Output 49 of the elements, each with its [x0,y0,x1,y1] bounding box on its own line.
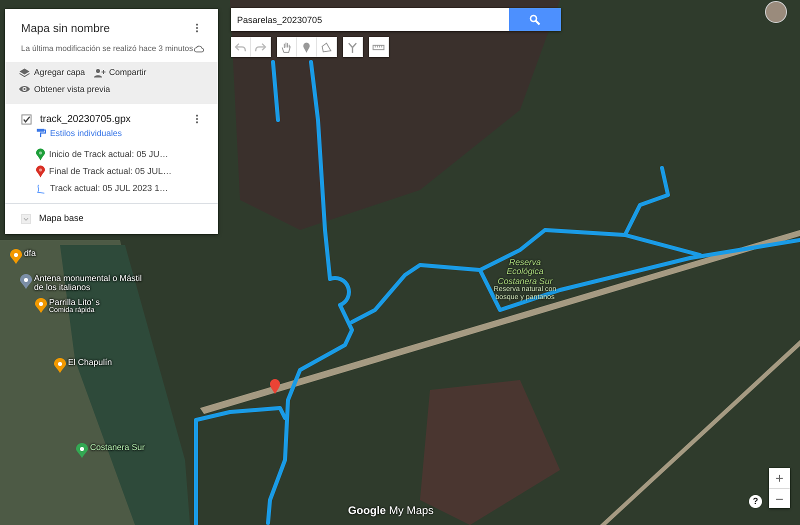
undo-icon [234,40,247,54]
layers-icon [18,66,31,79]
action-link[interactable]: Obtener vista previa [18,83,110,96]
track-line[interactable] [623,233,702,257]
place-name[interactable]: dfa [24,249,36,258]
toolbar-button[interactable] [317,37,337,57]
base-map-label[interactable]: Mapa base [39,212,84,226]
action-link[interactable]: Agregar capa [18,66,86,79]
search-field[interactable]: Pasarelas_20230705 [231,8,509,31]
placepin-icon[interactable] [20,274,32,289]
place-name[interactable]: Parrilla Lito' s [49,298,100,307]
track-line[interactable] [350,238,800,324]
feature-label[interactable]: Track actual: 05 JUL 2023 1… [50,182,168,196]
search-button[interactable] [509,8,561,31]
last-modified-text: La última modificación se realizó hace 3 minutos [21,43,194,56]
area-name: Reserva Ecológica Costanera Sur [496,258,554,286]
track-line[interactable] [271,60,280,122]
toolbar-button[interactable] [343,37,363,57]
hand-icon [280,40,293,54]
checkbox[interactable] [21,114,32,125]
map-title[interactable]: Mapa sin nombre [21,21,110,38]
toolbar-button[interactable] [277,37,297,57]
place-name[interactable]: Costanera Sur [90,443,145,452]
zoom-out-button[interactable]: − [769,488,790,508]
foodpin-icon[interactable] [54,358,66,373]
action-link[interactable]: Compartir [93,66,146,79]
zoom-in-button[interactable]: + [769,468,790,488]
route-split-icon [346,40,359,54]
map-pin-icon[interactable] [270,379,280,394]
treepin-icon[interactable] [76,443,88,458]
foodpin-icon[interactable] [10,249,22,264]
polygon-icon [320,40,333,54]
place-name[interactable]: Antena monumental o Mástil de los italianos [34,274,149,292]
paint-roller-icon [36,127,46,140]
layer-name[interactable]: track_20230705.gpx [40,112,131,127]
google-my-maps-logo: Google My Maps [348,504,434,519]
place-name[interactable]: El Chapulín [68,358,112,367]
feature-label[interactable]: Final de Track actual: 05 JUL… [49,164,172,178]
search-icon [529,14,541,26]
toolbar-button[interactable] [369,37,389,57]
redo-icon [254,40,267,54]
style-link[interactable]: Estilos individuales [50,126,122,140]
person-add-icon [93,66,106,79]
cloud-icon [193,44,206,54]
track-line[interactable] [194,406,287,525]
toolbar-button[interactable] [297,37,317,57]
foodpin-icon[interactable] [35,298,47,313]
feature-label[interactable]: Inicio de Track actual: 05 JU… [49,148,168,161]
line-path-icon [36,182,46,195]
